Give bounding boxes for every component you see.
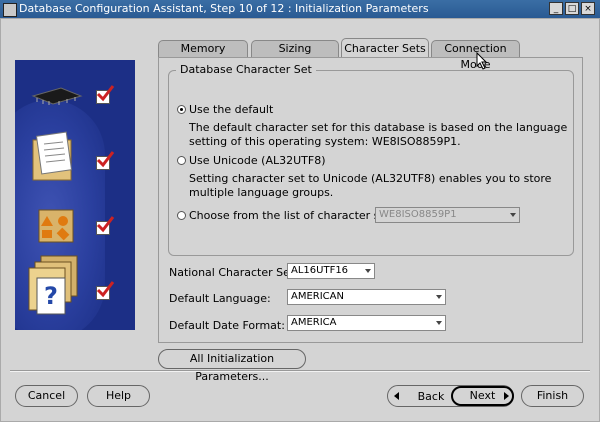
step-check-icon [96,151,115,170]
chip-icon [31,87,83,105]
step-check-icon [96,85,115,104]
default-language-label: Default Language: [169,292,271,305]
choose-list-radio[interactable] [177,211,186,220]
cancel-button[interactable]: Cancel [15,385,78,407]
use-unicode-description: Setting character set to Unicode (AL32UT… [189,172,552,199]
title-bar: Database Configuration Assistant, Step 1… [0,0,600,18]
default-language-select[interactable]: AMERICAN [287,289,446,305]
finish-button[interactable]: Finish [521,385,584,407]
tab-character-sets[interactable]: Character Sets [341,38,429,58]
default-language-value: AMERICAN [291,291,344,302]
chevron-down-icon [510,213,516,217]
step-check-icon [96,216,115,235]
use-default-description: The default character set for this datab… [189,121,568,148]
help-folders-icon: ? [28,255,78,315]
national-charset-value: AL16UTF16 [291,265,349,276]
charset-group-title: Database Character Set [176,63,316,76]
minimize-icon[interactable]: _ [549,2,563,15]
wizard-image-panel: ? [15,60,135,330]
use-default-label[interactable]: Use the default [189,103,273,116]
date-format-label: Default Date Format: [169,319,285,332]
use-unicode-label[interactable]: Use Unicode (AL32UTF8) [189,154,325,167]
next-button-label: Next [469,389,496,402]
chevron-down-icon [436,295,442,299]
next-arrow-icon [504,392,509,400]
chevron-down-icon [436,321,442,325]
all-init-params-button[interactable]: All Initialization Parameters... [158,349,306,383]
choose-list-label[interactable]: Choose from the list of character sets [189,209,396,222]
maximize-icon[interactable]: □ [565,2,579,15]
close-icon[interactable]: × [581,2,595,15]
mouse-cursor-icon [476,52,488,70]
use-default-radio[interactable] [177,105,186,114]
shapes-icon [38,209,74,243]
national-charset-select[interactable]: AL16UTF16 [287,263,375,279]
footer-separator [10,370,590,372]
back-button[interactable]: Back [412,390,450,403]
window-title: Database Configuration Assistant, Step 1… [19,2,429,15]
national-charset-label: National Character Set: [169,266,298,279]
help-button[interactable]: Help [87,385,150,407]
folder-icon [32,131,73,181]
window-menu-icon[interactable] [3,3,17,17]
chevron-down-icon [365,269,371,273]
svg-text:?: ? [44,282,58,310]
back-arrow-icon [394,392,399,400]
tab-sizing[interactable]: Sizing [251,40,339,57]
charset-list-select[interactable]: WE8ISO8859P1 [375,207,520,223]
tab-memory[interactable]: Memory [158,40,248,57]
charset-list-value: WE8ISO8859P1 [379,209,457,220]
date-format-select[interactable]: AMERICA [287,315,446,331]
step-check-icon [96,281,115,300]
use-unicode-radio[interactable] [177,156,186,165]
date-format-value: AMERICA [291,317,337,328]
